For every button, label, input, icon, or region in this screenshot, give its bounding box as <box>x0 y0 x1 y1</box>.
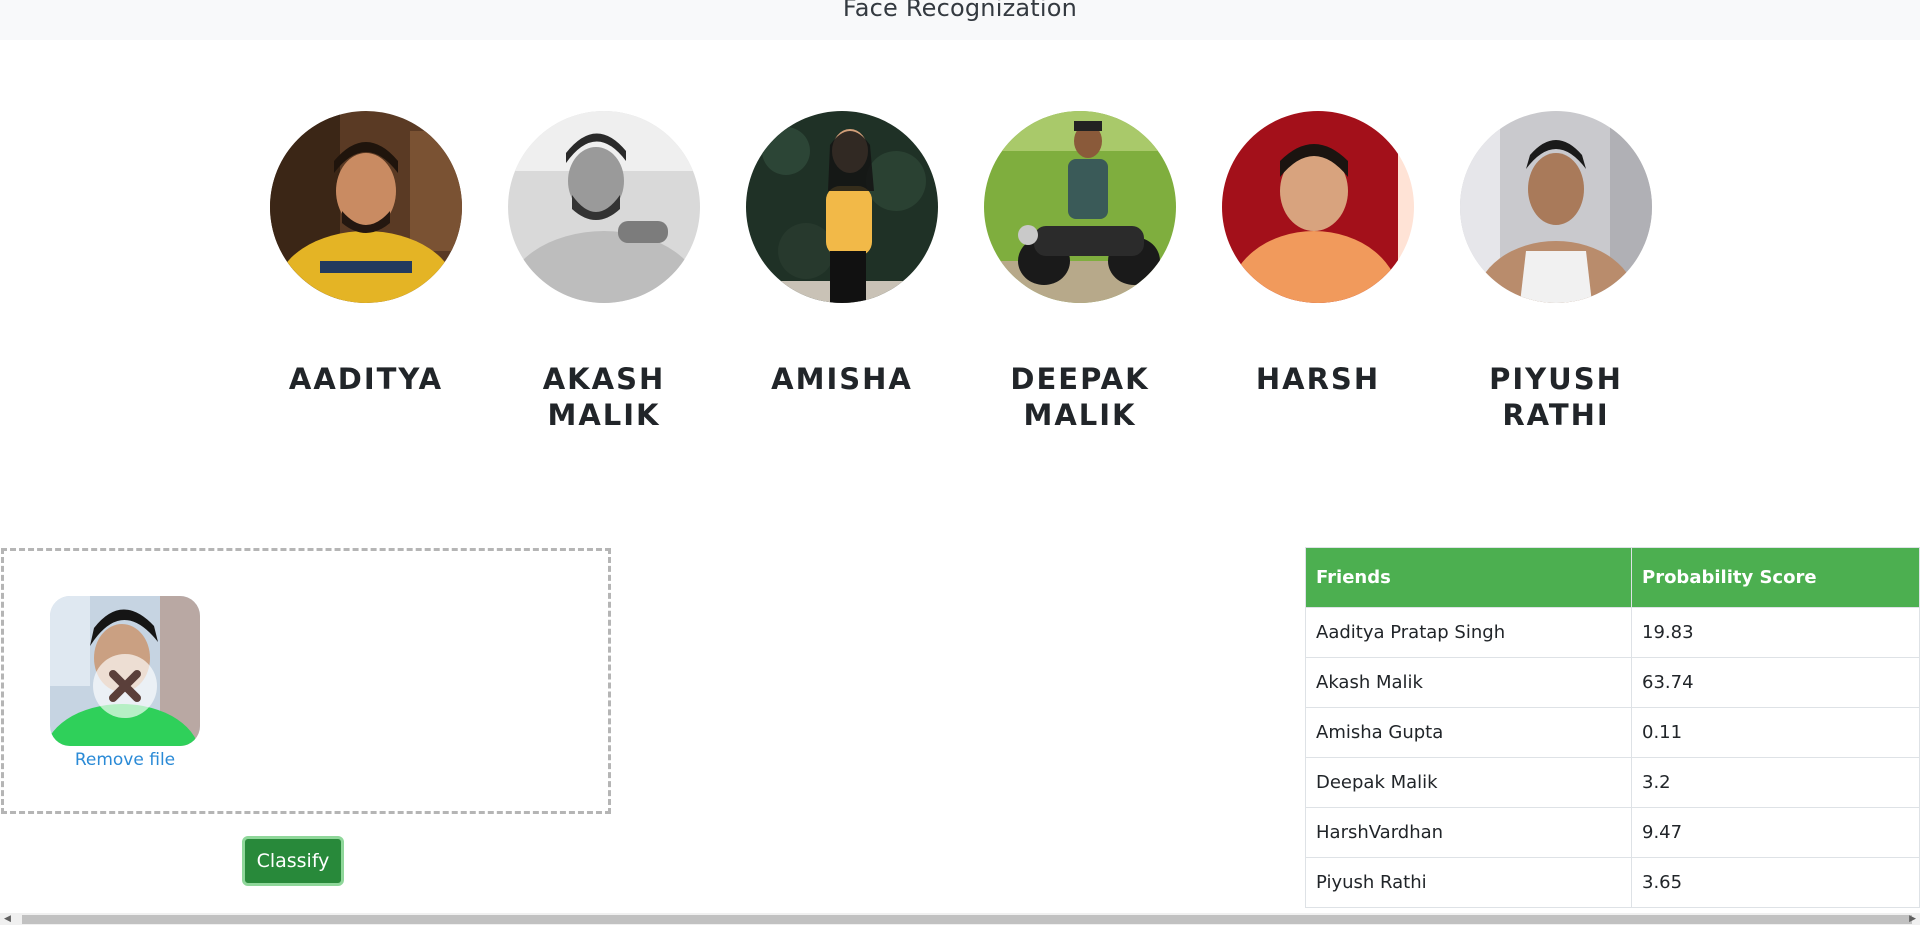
score-cell: 9.47 <box>1631 807 1920 858</box>
friend-card-amisha: AMISHA <box>723 111 961 397</box>
probability-table: Friends Probability Score Aaditya Pratap… <box>1305 547 1920 908</box>
table-header-row: Friends Probability Score <box>1305 547 1920 608</box>
table-row: Akash Malik 63.74 <box>1305 657 1920 708</box>
friend-name: DEEPAK MALIK <box>1010 362 1150 432</box>
friend-name: AADITYA <box>288 362 444 396</box>
score-cell: 19.83 <box>1631 607 1920 658</box>
table-row: HarshVardhan 9.47 <box>1305 807 1920 858</box>
friend-cell: Piyush Rathi <box>1305 857 1632 908</box>
friend-name: AMISHA <box>771 362 913 396</box>
scrollbar-thumb[interactable] <box>22 915 1912 924</box>
score-cell: 63.74 <box>1631 657 1920 708</box>
friend-cell: Akash Malik <box>1305 657 1632 708</box>
table-row: Piyush Rathi 3.65 <box>1305 857 1920 908</box>
uploaded-file-preview: Remove file <box>50 596 200 770</box>
friend-photo <box>984 111 1176 303</box>
friend-card-aaditya: AADITYA <box>247 111 485 397</box>
friend-cell: HarshVardhan <box>1305 807 1632 858</box>
friend-cell: Amisha Gupta <box>1305 707 1632 758</box>
friend-card-deepak-malik: DEEPAK MALIK <box>961 111 1199 433</box>
close-icon[interactable] <box>93 654 157 718</box>
classify-button[interactable]: Classify <box>242 836 344 886</box>
friend-name: PIYUSH RATHI <box>1489 362 1623 432</box>
friend-cell: Aaditya Pratap Singh <box>1305 607 1632 658</box>
uploaded-image-thumbnail <box>50 596 200 746</box>
score-cell: 0.11 <box>1631 707 1920 758</box>
friend-card-akash-malik: AKASH MALIK <box>485 111 723 433</box>
friend-photo <box>508 111 700 303</box>
table-row: Aaditya Pratap Singh 19.83 <box>1305 607 1920 658</box>
page-title: Face Recognization <box>842 0 1078 22</box>
score-cell: 3.65 <box>1631 857 1920 908</box>
scroll-right-icon[interactable]: ▶ <box>1909 913 1916 925</box>
friend-photo <box>1460 111 1652 303</box>
horizontal-scrollbar[interactable]: ◀ ▶ <box>0 913 1920 925</box>
friend-photo <box>270 111 462 303</box>
column-header-friends: Friends <box>1305 547 1632 608</box>
table-row: Amisha Gupta 0.11 <box>1305 707 1920 758</box>
friend-cell: Deepak Malik <box>1305 757 1632 808</box>
friend-name: HARSH <box>1255 362 1381 396</box>
column-header-probability: Probability Score <box>1631 547 1920 608</box>
friend-name: AKASH MALIK <box>542 362 666 432</box>
top-navbar: Face Recognization <box>0 0 1920 40</box>
friend-card-harsh: HARSH <box>1199 111 1437 397</box>
friend-card-piyush-rathi: PIYUSH RATHI <box>1437 111 1675 433</box>
scroll-left-icon[interactable]: ◀ <box>4 913 11 925</box>
friend-photo <box>746 111 938 303</box>
score-cell: 3.2 <box>1631 757 1920 808</box>
table-row: Deepak Malik 3.2 <box>1305 757 1920 808</box>
upload-dropzone[interactable]: Remove file <box>1 548 611 814</box>
remove-file-link[interactable]: Remove file <box>50 750 200 770</box>
friend-photo <box>1222 111 1414 303</box>
